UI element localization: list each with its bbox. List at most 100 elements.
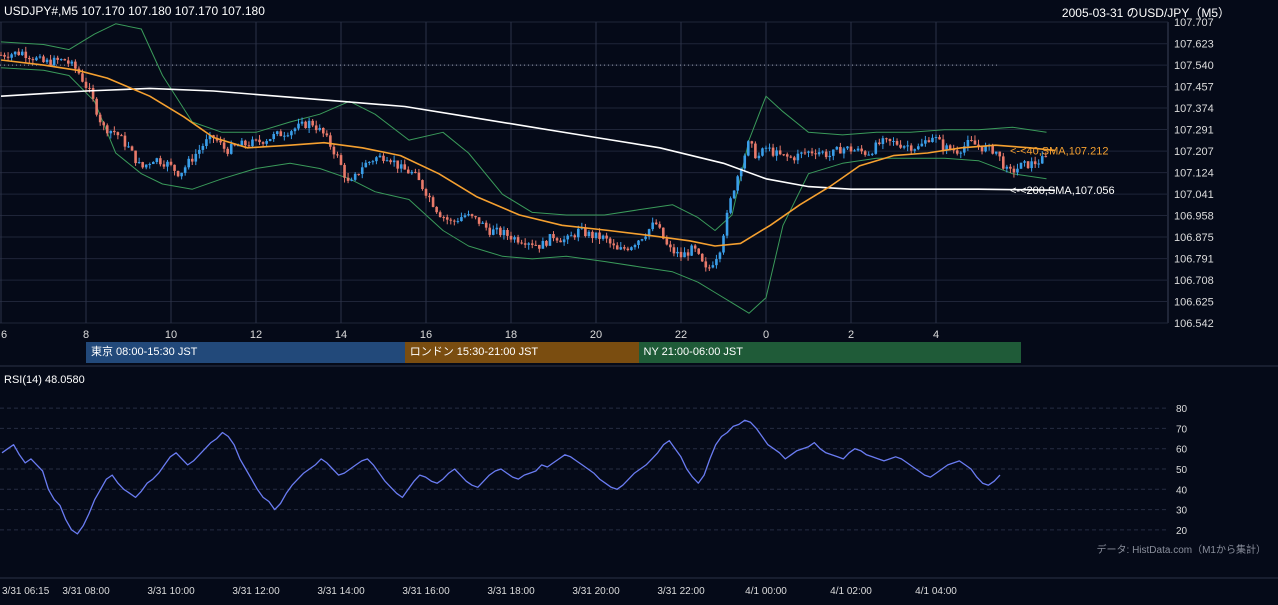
candle-body bbox=[91, 88, 95, 99]
candle-body bbox=[690, 245, 693, 256]
candle-body bbox=[438, 212, 442, 218]
candle-body bbox=[828, 155, 832, 158]
candle bbox=[1001, 152, 1005, 170]
candle bbox=[477, 217, 481, 227]
candle-body bbox=[658, 224, 662, 228]
candle bbox=[410, 169, 414, 175]
candle-body bbox=[169, 161, 173, 165]
candle bbox=[283, 131, 286, 141]
rsi-tick-label: 20 bbox=[1176, 526, 1188, 537]
candle-body bbox=[329, 135, 332, 147]
candle-body bbox=[612, 243, 616, 246]
candle bbox=[364, 159, 368, 168]
candle-body bbox=[863, 151, 867, 155]
candle bbox=[800, 151, 803, 159]
time-tick-label: 4/1 00:00 bbox=[745, 586, 787, 597]
candle-body bbox=[88, 87, 91, 89]
candle-body bbox=[686, 252, 690, 256]
candle-body bbox=[970, 140, 973, 142]
candle bbox=[268, 138, 272, 142]
candle-body bbox=[445, 217, 449, 220]
candle bbox=[573, 233, 577, 240]
candle bbox=[13, 51, 17, 57]
rsi-panel: 80 70 60 50 40 30 20 3/31 06:15 3/31 08:00 3/31 1… bbox=[0, 404, 1188, 597]
candle-body bbox=[630, 247, 633, 251]
candle-body bbox=[506, 229, 509, 236]
candle bbox=[916, 143, 920, 151]
candle bbox=[902, 145, 906, 150]
candle-body bbox=[711, 265, 715, 268]
candle-body bbox=[463, 215, 467, 218]
candle-body bbox=[938, 137, 941, 140]
candle bbox=[396, 160, 399, 173]
candle bbox=[183, 165, 187, 176]
price-tick-label: 107.374 bbox=[1174, 103, 1214, 115]
candle bbox=[576, 225, 580, 242]
candle-body bbox=[364, 162, 368, 168]
candle bbox=[552, 231, 555, 242]
candle bbox=[761, 147, 764, 157]
candle-body bbox=[548, 234, 552, 246]
candle bbox=[807, 150, 810, 158]
candle-body bbox=[598, 232, 601, 239]
candle bbox=[311, 119, 314, 128]
candle bbox=[251, 136, 254, 149]
candle-body bbox=[378, 155, 382, 158]
candle bbox=[357, 173, 361, 176]
candle bbox=[6, 52, 10, 61]
candle-body bbox=[421, 180, 424, 190]
candle-body bbox=[300, 121, 304, 124]
candle-body bbox=[417, 172, 421, 181]
candle bbox=[683, 247, 686, 258]
candle-body bbox=[800, 152, 803, 154]
candle-body bbox=[453, 220, 456, 222]
candle-body bbox=[424, 189, 428, 196]
candle bbox=[615, 242, 619, 250]
session-london: ロンドン 15:30-21:00 JST bbox=[404, 342, 639, 363]
candle bbox=[463, 213, 467, 219]
candle-body bbox=[516, 237, 520, 243]
candle-body bbox=[435, 206, 438, 213]
candle bbox=[346, 172, 350, 184]
candle-body bbox=[321, 127, 325, 134]
candle bbox=[272, 131, 276, 142]
candle-body bbox=[120, 135, 123, 137]
candle bbox=[892, 137, 895, 146]
candle-body bbox=[793, 157, 796, 161]
candle-body bbox=[406, 169, 410, 174]
candle bbox=[339, 153, 343, 166]
candle-body bbox=[339, 155, 343, 165]
candle bbox=[626, 246, 630, 252]
candle bbox=[286, 132, 290, 138]
hour-tick-label: 6 bbox=[1, 329, 7, 341]
candle-body bbox=[509, 235, 513, 240]
candle-body bbox=[732, 190, 736, 199]
candle bbox=[375, 156, 378, 165]
candle bbox=[824, 149, 828, 160]
candle bbox=[980, 146, 984, 155]
candle-body bbox=[814, 153, 817, 155]
candle-body bbox=[722, 235, 725, 253]
price-grid bbox=[0, 21, 1278, 579]
candle-body bbox=[527, 243, 531, 245]
candle bbox=[612, 239, 616, 250]
candle bbox=[523, 238, 527, 248]
candle-body bbox=[1012, 168, 1016, 173]
candle-body bbox=[290, 131, 293, 136]
candle bbox=[509, 231, 513, 243]
sma40-value-label: <-<40,SMA,107.212 bbox=[1010, 145, 1108, 157]
candle-body bbox=[13, 51, 17, 55]
candle-body bbox=[318, 127, 322, 131]
candle-body bbox=[934, 137, 938, 139]
candle-body bbox=[198, 149, 201, 154]
candle-body bbox=[902, 146, 906, 148]
candle-body bbox=[460, 217, 463, 222]
candle-body bbox=[229, 143, 233, 154]
candle bbox=[399, 159, 403, 173]
candle-body bbox=[187, 158, 191, 168]
candle-body bbox=[240, 140, 244, 146]
candle-body bbox=[842, 148, 846, 154]
candle bbox=[746, 140, 750, 157]
candle-body bbox=[803, 152, 807, 154]
candle bbox=[382, 153, 385, 164]
